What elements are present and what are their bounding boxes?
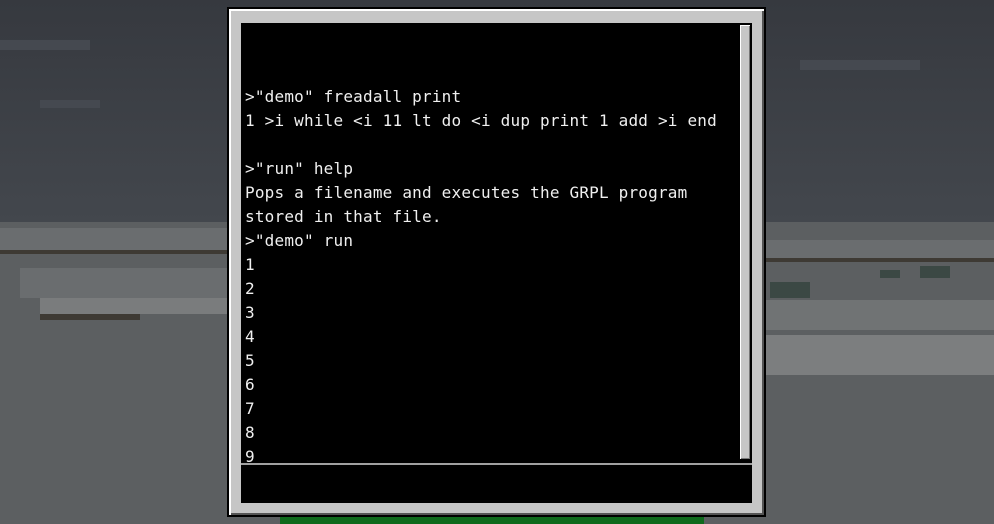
dead-bush — [770, 282, 810, 298]
terrain-edge — [0, 250, 227, 254]
terminal-line: 2 — [245, 279, 255, 298]
cloud — [800, 60, 920, 70]
terminal-line: 1 >i while <i 11 lt do <i dup print 1 ad… — [245, 111, 717, 130]
scrollbar[interactable] — [738, 23, 752, 463]
terminal-line: 5 — [245, 351, 255, 370]
terminal-output: >"demo" freadall print 1 >i while <i 11 l… — [241, 23, 738, 463]
terrain-block — [766, 300, 994, 330]
dead-bush — [920, 266, 950, 278]
terminal-window: >"demo" freadall print 1 >i while <i 11 l… — [227, 7, 766, 517]
command-input[interactable] — [241, 463, 752, 503]
terminal-line: stored in that file. — [245, 207, 442, 226]
terminal-line: >"demo" run — [245, 231, 354, 250]
terminal-line: 8 — [245, 423, 255, 442]
terminal-line: 7 — [245, 399, 255, 418]
terrain-edge — [40, 314, 140, 320]
scrollbar-thumb[interactable] — [740, 25, 750, 459]
terminal-line: >"demo" freadall print — [245, 87, 462, 106]
terminal-line: 6 — [245, 375, 255, 394]
terrain-block — [20, 268, 227, 298]
terrain-block — [40, 298, 227, 314]
terminal-line: >"run" help — [245, 159, 354, 178]
cloud — [0, 40, 90, 50]
terminal-line: Pops a filename and executes the GRPL pr… — [245, 183, 688, 202]
dead-bush — [880, 270, 900, 278]
terrain-block — [766, 335, 994, 375]
terminal-line: 4 — [245, 327, 255, 346]
terminal-line: 9 — [245, 447, 255, 463]
terminal-line: 1 — [245, 255, 255, 274]
terrain-edge — [766, 258, 994, 262]
terrain-block — [766, 240, 994, 258]
terminal-line: 3 — [245, 303, 255, 322]
terrain-block — [0, 228, 227, 250]
cloud — [40, 100, 100, 108]
output-lines: >"demo" freadall print 1 >i while <i 11 l… — [245, 61, 717, 463]
